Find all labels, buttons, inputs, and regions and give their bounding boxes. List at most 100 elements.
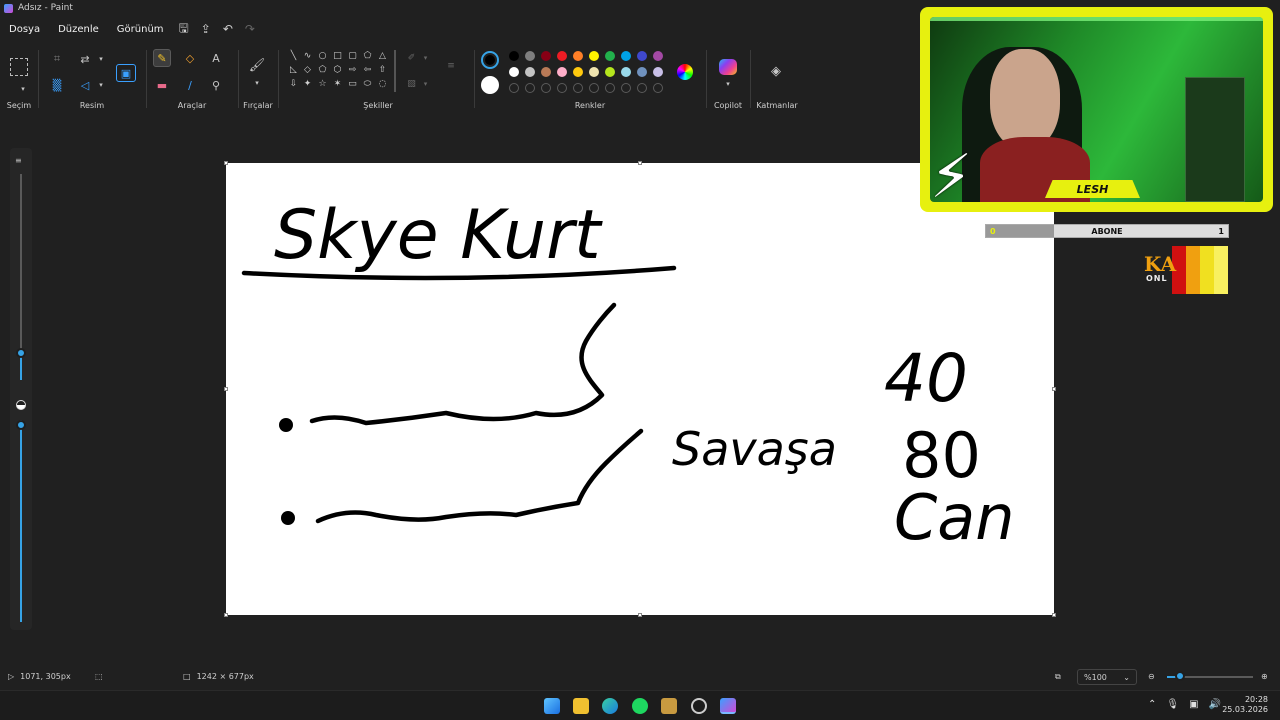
- menu-view[interactable]: Görünüm: [108, 24, 173, 35]
- triangle-shape-icon[interactable]: △: [377, 50, 388, 61]
- color-swatch[interactable]: [541, 51, 551, 61]
- color-swatch[interactable]: [573, 51, 583, 61]
- chevron-down-icon[interactable]: ▾: [719, 75, 737, 93]
- color-swatch[interactable]: [621, 51, 631, 61]
- network-icon[interactable]: ▣: [1189, 699, 1198, 710]
- callout-rect-shape-icon[interactable]: ▭: [347, 78, 358, 89]
- color-swatch[interactable]: [525, 67, 535, 77]
- color-swatch[interactable]: [557, 51, 567, 61]
- color-swatch[interactable]: [637, 51, 647, 61]
- color-swatch[interactable]: [509, 67, 519, 77]
- color-swatch[interactable]: [557, 67, 567, 77]
- diamond-shape-icon[interactable]: ◇: [302, 64, 313, 75]
- color-swatch[interactable]: [653, 67, 663, 77]
- menu-file[interactable]: Dosya: [0, 24, 49, 35]
- chevron-down-icon[interactable]: ▾: [420, 78, 431, 89]
- fill-bucket-icon[interactable]: ◇: [181, 49, 199, 67]
- color-swatch[interactable]: [509, 51, 519, 61]
- custom-color-slot[interactable]: [653, 83, 663, 93]
- selection-rect-icon[interactable]: [10, 58, 28, 76]
- right-triangle-shape-icon[interactable]: ◺: [288, 64, 299, 75]
- volume-icon[interactable]: 🔊: [1209, 699, 1221, 710]
- magnifier-icon[interactable]: ⚲: [207, 76, 225, 94]
- resize-handle-bl[interactable]: [224, 613, 228, 617]
- color-swatch[interactable]: [589, 67, 599, 77]
- text-icon[interactable]: A: [207, 49, 225, 67]
- resize-handle-bottom[interactable]: [638, 613, 642, 617]
- resize-handle-left[interactable]: [224, 387, 228, 391]
- spotify-icon[interactable]: [632, 698, 648, 714]
- zoom-in-icon[interactable]: ⊕: [1261, 672, 1268, 681]
- custom-color-slot[interactable]: [573, 83, 583, 93]
- brush-icon[interactable]: 🖌: [248, 56, 266, 74]
- layers-icon[interactable]: ◈: [767, 62, 785, 80]
- color-swatch[interactable]: [605, 51, 615, 61]
- color-swatch[interactable]: [589, 51, 599, 61]
- chevron-down-icon[interactable]: ▾: [92, 50, 110, 68]
- custom-color-slot[interactable]: [557, 83, 567, 93]
- fill-icon[interactable]: ▧: [406, 78, 417, 89]
- save-icon[interactable]: 🖫: [179, 19, 189, 40]
- color-swatch[interactable]: [573, 67, 583, 77]
- edge-browser-icon[interactable]: [602, 698, 618, 714]
- custom-color-slot[interactable]: [637, 83, 647, 93]
- callout-oval-shape-icon[interactable]: ⬭: [362, 78, 373, 89]
- star5-shape-icon[interactable]: ☆: [317, 78, 328, 89]
- chevron-down-icon[interactable]: ▾: [420, 52, 431, 63]
- fit-to-window-icon[interactable]: ⧉: [1055, 672, 1061, 682]
- star6-shape-icon[interactable]: ✶: [332, 78, 343, 89]
- microphone-icon[interactable]: 🎙: [1166, 699, 1179, 710]
- shapes-scrollbar[interactable]: [394, 50, 396, 92]
- chevron-down-icon[interactable]: ▾: [92, 76, 110, 94]
- custom-color-slot[interactable]: [621, 83, 631, 93]
- clock[interactable]: 20:28 25.03.2026: [1222, 695, 1268, 715]
- zoom-out-icon[interactable]: ⊖: [1148, 672, 1155, 681]
- image-tools-icon[interactable]: ▣: [116, 64, 136, 82]
- drawing-canvas[interactable]: Skye Kurt Savaşa 40 80 Can: [226, 163, 1054, 615]
- color-swatch[interactable]: [621, 67, 631, 77]
- redo-icon[interactable]: ↷: [245, 22, 255, 36]
- resize-handle-tl[interactable]: [224, 161, 228, 165]
- custom-color-slot[interactable]: [525, 83, 535, 93]
- custom-color-slot[interactable]: [589, 83, 599, 93]
- oval-shape-icon[interactable]: ○: [317, 50, 328, 61]
- share-icon[interactable]: ⇪: [201, 22, 211, 36]
- size-slider-knob[interactable]: [16, 348, 26, 358]
- crop-icon[interactable]: ⌗: [48, 50, 66, 68]
- curve-shape-icon[interactable]: ∿: [302, 50, 313, 61]
- arrow-down-shape-icon[interactable]: ⇩: [288, 78, 299, 89]
- file-explorer-icon[interactable]: [573, 698, 589, 714]
- paint-taskbar-icon[interactable]: [720, 698, 736, 714]
- resize-handle-right[interactable]: [1052, 387, 1056, 391]
- pentagon-shape-icon[interactable]: ⬠: [317, 64, 328, 75]
- pencil-icon[interactable]: ✎: [153, 49, 171, 67]
- resize-handle-br[interactable]: [1052, 613, 1056, 617]
- color-swatch[interactable]: [653, 51, 663, 61]
- eraser-icon[interactable]: ▬: [153, 76, 171, 94]
- obs-icon[interactable]: [691, 698, 707, 714]
- primary-color-swatch[interactable]: [481, 51, 499, 69]
- menu-edit[interactable]: Düzenle: [49, 24, 108, 35]
- outline-icon[interactable]: ✐: [406, 52, 417, 63]
- windows-start-icon[interactable]: [544, 698, 560, 714]
- custom-color-slot[interactable]: [509, 83, 519, 93]
- star4-shape-icon[interactable]: ✦: [302, 78, 313, 89]
- color-swatch[interactable]: [525, 51, 535, 61]
- opacity-slider-knob[interactable]: [16, 420, 26, 430]
- league-client-icon[interactable]: [661, 698, 677, 714]
- color-picker-icon[interactable]: ∕: [181, 76, 199, 94]
- custom-color-slot[interactable]: [541, 83, 551, 93]
- custom-color-slot[interactable]: [605, 83, 615, 93]
- color-swatch[interactable]: [605, 67, 615, 77]
- color-swatch[interactable]: [637, 67, 647, 77]
- color-swatch[interactable]: [541, 67, 551, 77]
- undo-icon[interactable]: ↶: [223, 22, 233, 36]
- polygon-shape-icon[interactable]: ⬠: [362, 50, 373, 61]
- edit-colors-icon[interactable]: [677, 64, 693, 80]
- copilot-icon[interactable]: [719, 59, 737, 75]
- hexagon-shape-icon[interactable]: ⬡: [332, 64, 343, 75]
- arrow-left-shape-icon[interactable]: ⇦: [362, 64, 373, 75]
- zoom-select[interactable]: %100 ⌄: [1077, 669, 1137, 685]
- opacity-slider-track[interactable]: [20, 420, 22, 622]
- chevron-up-icon[interactable]: ⌃: [1148, 699, 1156, 710]
